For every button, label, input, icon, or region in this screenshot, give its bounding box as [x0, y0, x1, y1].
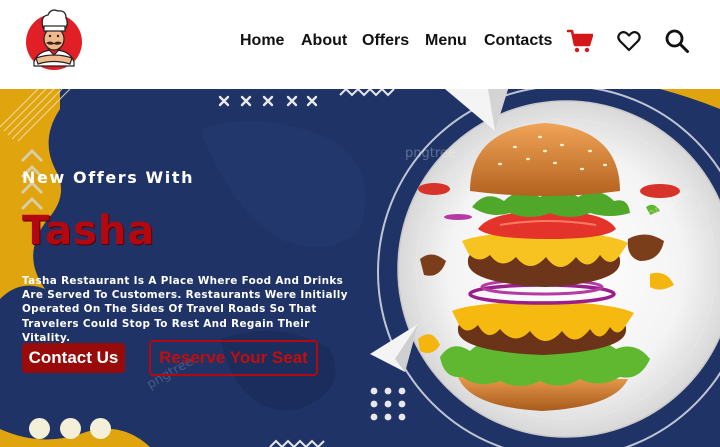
nav-menu[interactable]: Menu [425, 30, 467, 52]
slide-dot-1[interactable] [29, 418, 50, 439]
nav-home[interactable]: Home [240, 30, 284, 52]
nav-about[interactable]: About [301, 30, 347, 52]
nav-contacts[interactable]: Contacts [484, 30, 552, 52]
contact-us-button[interactable]: Contact Us [22, 343, 125, 373]
site-header: Home About Offers Menu Contacts [0, 0, 720, 89]
slide-dot-3[interactable] [90, 418, 111, 439]
hero-brand-name: Tasha [22, 208, 156, 254]
chef-logo[interactable] [24, 6, 84, 70]
heart-icon[interactable] [616, 28, 642, 54]
hero-background: pngtree pngtree pngtree [0, 89, 720, 447]
hero-headline: New Offers With [22, 168, 195, 187]
hero-description: Tasha Restaurant Is A Place Where Food A… [22, 275, 348, 344]
reserve-seat-button[interactable]: Reserve Your Seat [149, 340, 318, 376]
nav-offers[interactable]: Offers [362, 30, 409, 52]
search-icon[interactable] [664, 28, 690, 54]
shopping-cart-icon[interactable] [567, 28, 593, 54]
slide-dot-2[interactable] [60, 418, 81, 439]
hero-banner: pngtree pngtree pngtree New Offers With … [0, 89, 720, 447]
svg-text:pngtree: pngtree [405, 146, 456, 161]
